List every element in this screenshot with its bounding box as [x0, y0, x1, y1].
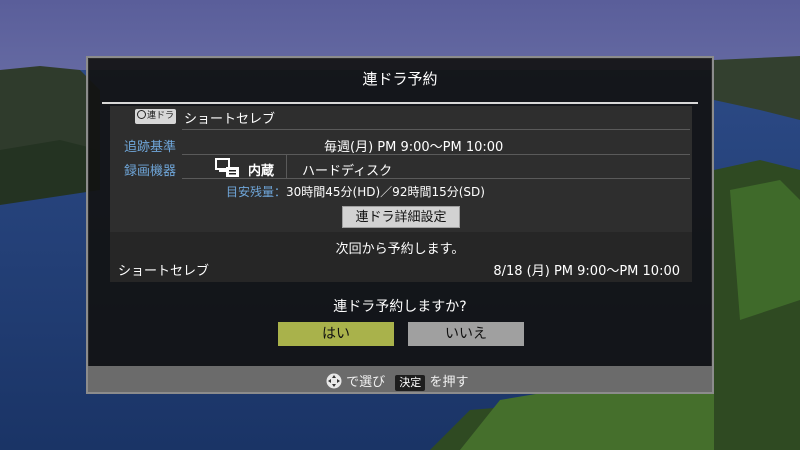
remaining-label: 目安残量：: [226, 185, 287, 199]
confirm-question: 連ドラ予約しますか?: [333, 299, 467, 315]
next-notice: 次回から予約します。: [335, 242, 465, 257]
yes-button[interactable]: はい: [278, 322, 394, 346]
program-name: ショートセレブ: [184, 112, 276, 127]
footer-guide: で選び 決定 を押す: [326, 371, 468, 391]
renodora-detail-settings-button[interactable]: 連ドラ詳細設定: [342, 206, 460, 228]
kettei-key-icon: 決定: [395, 375, 426, 391]
divider: [182, 154, 690, 155]
next-program-datetime: 8/18 (月) PM 9:00～PM 10:00: [493, 264, 680, 279]
renodora-reservation-dialog: 連ドラ予約 連ドラ ショートセレブ 追跡基準 毎週(月) PM 9:00～PM …: [86, 56, 714, 394]
device-storage: 内蔵: [248, 164, 275, 179]
clock-icon: [137, 110, 146, 119]
divider: [182, 178, 690, 179]
select-guide-text: で選び: [346, 375, 386, 390]
remaining-capacity: 目安残量：30時間45分(HD)／92時間15分(SD): [226, 183, 485, 200]
footer-guide-bar: で選び 決定 を押す: [88, 366, 712, 392]
renodora-badge: 連ドラ: [135, 109, 176, 124]
divider-vertical: [286, 154, 287, 178]
device-label: 録画機器: [124, 164, 177, 179]
remaining-value: 30時間45分(HD)／92時間15分(SD): [286, 185, 485, 199]
dpad-icon: [326, 373, 342, 389]
next-program-name: ショートセレブ: [118, 264, 210, 279]
device-type: ハードディスク: [302, 164, 393, 179]
press-guide-text: を押す: [429, 375, 469, 390]
tracking-value: 毎週(月) PM 9:00～PM 10:00: [324, 140, 504, 155]
renodora-badge-label: 連ドラ: [147, 111, 175, 121]
title-divider: [102, 102, 698, 104]
no-button[interactable]: いいえ: [408, 322, 524, 346]
recorder-device-icon: [215, 158, 239, 177]
dialog-title: 連ドラ予約: [362, 70, 438, 88]
tracking-label: 追跡基準: [124, 140, 177, 155]
divider: [182, 129, 690, 130]
